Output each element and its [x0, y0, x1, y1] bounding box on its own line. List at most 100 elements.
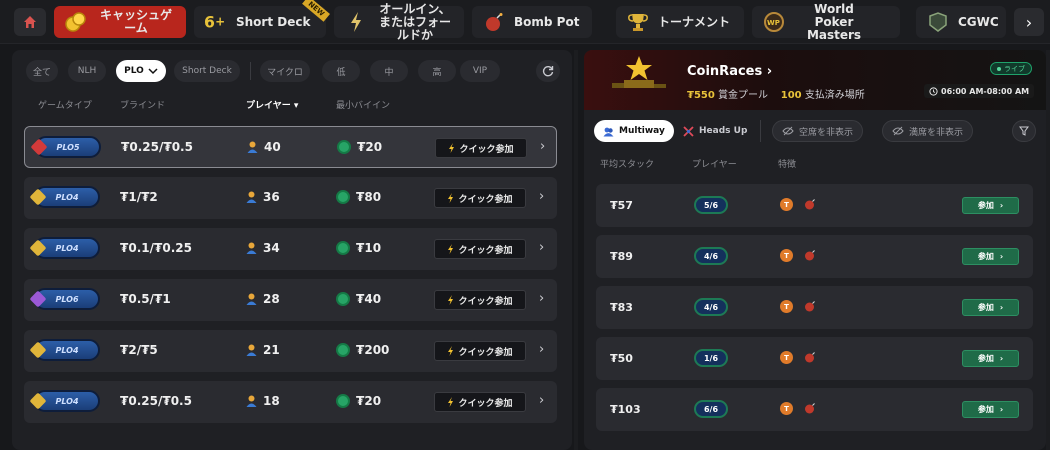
tab-bomb-pot[interactable]: Bomb Pot: [472, 6, 592, 38]
gem-icon: [30, 138, 48, 156]
chip-mid[interactable]: 中: [370, 60, 408, 82]
col-players[interactable]: プレイヤー ▾: [246, 98, 298, 111]
tab-all-in-or-fold[interactable]: オールイン、またはフォールドか: [334, 2, 464, 41]
tab-multiway[interactable]: Multiway: [594, 120, 674, 142]
table-row[interactable]: ₮89 4/6 T 参加 ›: [596, 235, 1033, 278]
avg-stack-value: ₮50: [610, 352, 633, 365]
min-buyin: ₮20: [337, 140, 382, 154]
chevron-right-icon[interactable]: ›: [539, 189, 544, 204]
tab-label: CGWC: [958, 14, 999, 29]
blinds-value: ₮0.25/₮0.5: [121, 140, 193, 154]
game-row[interactable]: PLO5 ₮0.25/₮0.5 40 ₮20 クイック参加 ›: [24, 126, 557, 168]
players-value: 28: [263, 292, 280, 306]
right-scrollbar[interactable]: [1046, 50, 1050, 450]
quick-join-button[interactable]: クイック参加: [434, 392, 526, 412]
prize-pool-label: 賞金プール: [718, 90, 769, 101]
coin-icon: [336, 241, 350, 255]
players-value: 40: [264, 140, 281, 154]
coinraces-banner[interactable]: CoinRaces › ₮550 賞金プール 100 支払済み場所 ライブ 06…: [584, 50, 1046, 110]
avg-stack-value: ₮83: [610, 301, 633, 314]
chip-divider: [250, 62, 251, 80]
table-row[interactable]: ₮57 5/6 T 参加 ›: [596, 184, 1033, 227]
tab-cgwc[interactable]: CGWC: [916, 6, 1006, 38]
game-type-label: PLO4: [55, 243, 79, 253]
tab-tournament[interactable]: トーナメント: [616, 6, 744, 38]
chip-plo[interactable]: PLO: [116, 60, 166, 82]
lightning-icon: [344, 11, 368, 33]
game-row[interactable]: PLO4 ₮0.1/₮0.25 34 ₮10 クイック参加 ›: [24, 228, 557, 270]
join-button[interactable]: 参加 ›: [962, 197, 1019, 214]
svg-text:6: 6: [204, 13, 215, 32]
avg-stack-value: ₮57: [610, 199, 633, 212]
chip-vip[interactable]: VIP: [460, 60, 500, 82]
coin-icon: [337, 140, 351, 154]
quick-join-button[interactable]: クイック参加: [434, 290, 526, 310]
live-label: ライブ: [1004, 64, 1025, 73]
join-label: 参加: [977, 405, 994, 414]
game-row[interactable]: PLO4 ₮2/₮5 21 ₮200 クイック参加 ›: [24, 330, 557, 372]
chip-micro[interactable]: マイクロ: [260, 60, 310, 82]
hide-empty-toggle[interactable]: 空席を非表示: [772, 120, 864, 142]
refresh-button[interactable]: [536, 60, 560, 82]
coin-icon: [336, 292, 350, 306]
avg-stack-value: ₮89: [610, 250, 633, 263]
join-button[interactable]: 参加 ›: [962, 401, 1019, 418]
chevron-right-icon[interactable]: ›: [539, 342, 544, 357]
join-label: 参加: [977, 201, 994, 210]
chip-high[interactable]: 高: [418, 60, 456, 82]
coin-icon: [336, 190, 350, 204]
tab-short-deck[interactable]: 6 + Short Deck NEW: [194, 0, 330, 38]
lightning-icon: [448, 295, 454, 305]
top-nav: キャッシュゲーム 6 + Short Deck NEW オールイン、またはフォール…: [0, 0, 1050, 44]
tab-heads-up-label: Heads Up: [699, 126, 748, 136]
game-type-label: PLO4: [55, 192, 79, 202]
eye-off-icon: [782, 126, 794, 136]
live-dot-icon: [997, 66, 1001, 71]
home-button[interactable]: [14, 8, 46, 36]
left-scrollbar[interactable]: [574, 50, 578, 450]
hide-full-toggle[interactable]: 満席を非表示: [882, 120, 974, 142]
tab-world-poker-masters[interactable]: WP World Poker Masters: [752, 2, 900, 41]
coinraces-stats: ₮550 賞金プール 100 支払済み場所: [687, 86, 865, 101]
col-features: 特徴: [778, 160, 797, 170]
blinds-value: ₮1/₮2: [120, 190, 158, 204]
chevron-right-icon[interactable]: ›: [539, 240, 544, 255]
quick-join-button[interactable]: クイック参加: [434, 341, 526, 361]
join-label: 参加: [977, 252, 994, 261]
table-row[interactable]: ₮50 1/6 T 参加 ›: [596, 337, 1033, 380]
table-row[interactable]: ₮83 4/6 T 参加 ›: [596, 286, 1033, 329]
chevron-right-icon[interactable]: ›: [540, 139, 545, 154]
game-row[interactable]: PLO4 ₮1/₮2 36 ₮80 クイック参加 ›: [24, 177, 557, 219]
tab-cash-game[interactable]: キャッシュゲーム: [54, 6, 186, 38]
chip-all[interactable]: 全て: [26, 60, 58, 82]
quick-join-button[interactable]: クイック参加: [434, 239, 526, 259]
table-row[interactable]: ₮103 6/6 T 参加 ›: [596, 388, 1033, 431]
game-type-badge: PLO5: [30, 136, 101, 158]
players-value: 18: [263, 394, 280, 408]
chip-nlh[interactable]: NLH: [68, 60, 106, 82]
join-button[interactable]: 参加 ›: [962, 299, 1019, 316]
filter-button[interactable]: [1012, 120, 1036, 142]
players-count: 34: [246, 241, 280, 255]
bomb-icon: [805, 199, 815, 210]
quick-join-button[interactable]: クイック参加: [435, 138, 527, 158]
game-type-badge: PLO4: [29, 186, 100, 208]
players-count: 28: [246, 292, 280, 306]
quick-join-button[interactable]: クイック参加: [434, 188, 526, 208]
chevron-right-icon[interactable]: ›: [539, 291, 544, 306]
seats-value: 6/6: [703, 404, 719, 414]
join-button[interactable]: 参加 ›: [962, 350, 1019, 367]
game-row[interactable]: PLO4 ₮0.25/₮0.5 18 ₮20 クイック参加 ›: [24, 381, 557, 423]
chevron-right-icon[interactable]: ›: [539, 393, 544, 408]
join-button[interactable]: 参加 ›: [962, 248, 1019, 265]
feature-t-icon: T: [780, 402, 793, 415]
chip-short-deck[interactable]: Short Deck: [174, 60, 240, 82]
game-row[interactable]: PLO6 ₮0.5/₮1 28 ₮40 クイック参加 ›: [24, 279, 557, 321]
nav-next-button[interactable]: ›: [1014, 8, 1044, 36]
tab-heads-up[interactable]: Heads Up: [674, 120, 756, 142]
chip-low[interactable]: 低: [322, 60, 360, 82]
tab-label: キャッシュゲーム: [99, 8, 172, 35]
coin-icon: [336, 343, 350, 357]
quick-join-label: クイック参加: [458, 398, 513, 409]
clock-icon: [929, 86, 938, 96]
